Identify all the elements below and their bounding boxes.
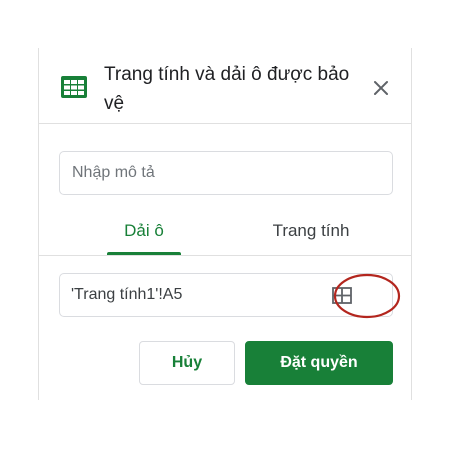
range-input[interactable]: 'Trang tính1'!A5 <box>59 273 393 317</box>
protected-ranges-panel: Trang tính và dải ô được bảo vệ Dải ô Tr… <box>38 48 412 400</box>
close-icon[interactable] <box>371 78 391 98</box>
google-sheets-icon <box>61 76 87 98</box>
cancel-button[interactable]: Hủy <box>139 341 235 385</box>
description-input[interactable] <box>59 151 393 195</box>
tab-range[interactable]: Dải ô <box>111 212 177 256</box>
grid-select-range-icon[interactable] <box>332 287 352 304</box>
set-permissions-button[interactable]: Đặt quyền <box>245 341 393 385</box>
tab-sheet[interactable]: Trang tính <box>261 212 361 256</box>
panel-header: Trang tính và dải ô được bảo vệ <box>39 48 411 124</box>
active-tab-indicator <box>107 252 181 255</box>
protection-type-tabs: Dải ô Trang tính <box>39 212 411 256</box>
range-value: 'Trang tính1'!A5 <box>71 286 183 303</box>
panel-title: Trang tính và dải ô được bảo vệ <box>104 64 350 114</box>
screenshot-stage: Trang tính và dải ô được bảo vệ Dải ô Tr… <box>0 0 452 470</box>
